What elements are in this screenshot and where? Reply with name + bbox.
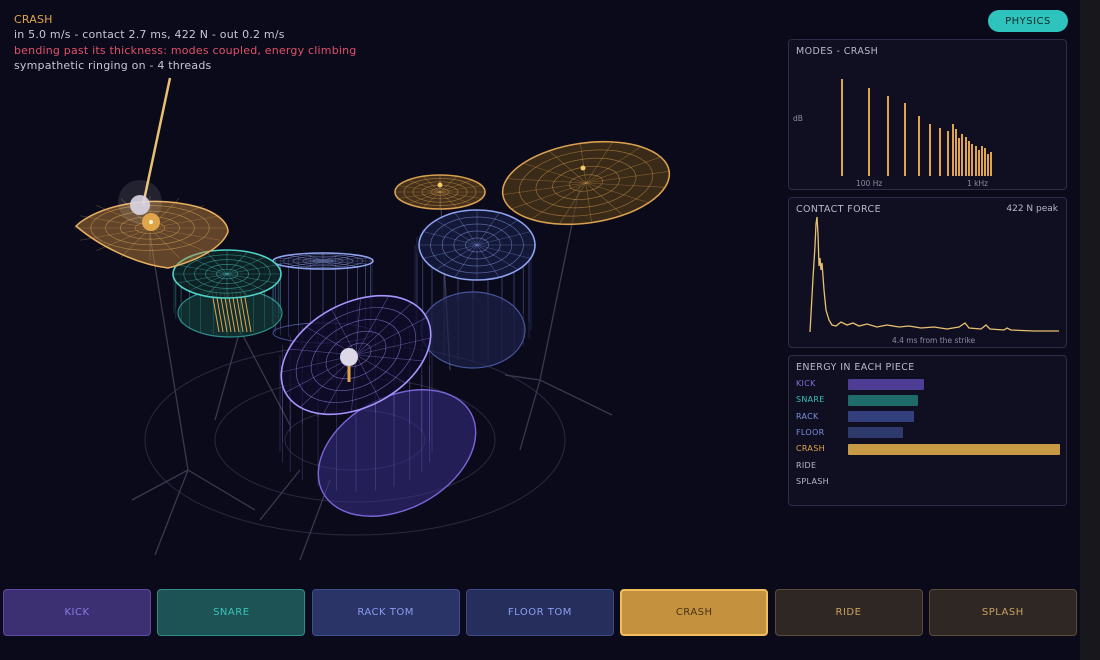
hud-warning: bending past its thickness: modes couple…	[14, 43, 357, 57]
splash-bell	[437, 182, 443, 188]
drum-kit-3d-viewport[interactable]	[0, 0, 780, 580]
contact-title: CONTACT FORCE	[796, 204, 881, 215]
energy-bar-snare	[848, 394, 918, 406]
floor-tom-bottom	[420, 291, 526, 369]
floor-tom-head	[418, 209, 536, 281]
hud-sympathetic: sympathetic ringing on - 4 threads	[14, 58, 212, 72]
strike-readout: CRASH in 5.0 m/s - contact 2.7 ms, 422 N…	[14, 12, 356, 73]
contact-peak: 422 N peak	[1006, 204, 1058, 214]
energy-label-floor: FLOOR	[796, 427, 825, 437]
energy-label-splash: SPLASH	[796, 476, 829, 486]
energy-label-ride: RIDE	[796, 460, 817, 470]
energy-label-rack: RACK	[796, 411, 819, 421]
energy-bar-rack	[848, 411, 914, 423]
force-curve	[809, 216, 1059, 333]
modes-ylabel: dB	[793, 114, 803, 123]
modes-tick-100hz: 100 Hz	[856, 179, 882, 188]
pad-rack-tom[interactable]: RACK TOM	[311, 589, 460, 636]
modes-panel: dB 100 Hz 1 kHz MODES - CRASH	[788, 39, 1067, 190]
modes-tick-1khz: 1 kHz	[967, 179, 988, 188]
energy-title: ENERGY IN EACH PIECE	[796, 362, 915, 373]
pad-snare[interactable]: SNARE	[157, 589, 306, 636]
rack-tom-head	[272, 252, 374, 270]
ride-bell	[580, 165, 586, 171]
window-edge	[1080, 0, 1100, 660]
energy-bar-crash	[848, 443, 1060, 455]
contact-force-panel: 4.4 ms from the strike CONTACT FORCE 422…	[788, 197, 1067, 348]
energy-label-snare: SNARE	[796, 395, 825, 405]
energy-panel: ENERGY IN EACH PIECE KICK SNARE RACK FLOOR C…	[788, 355, 1067, 506]
energy-label-kick: KICK	[796, 379, 816, 388]
pad-ride[interactable]: RIDE	[774, 589, 923, 636]
energy-label-crash: CRASH	[796, 444, 825, 454]
pad-kick[interactable]: KICK	[3, 589, 151, 636]
contact-caption: 4.4 ms from the strike	[892, 336, 976, 345]
energy-bar-floor	[848, 427, 904, 439]
pad-floor-tom[interactable]: FLOOR TOM	[465, 589, 614, 636]
modes-title: MODES - CRASH	[796, 46, 879, 57]
ride-cymbal	[501, 140, 671, 226]
modes-spectrum: dB 100 Hz 1 kHz	[793, 79, 992, 188]
contact-force-plot: 4.4 ms from the strike	[809, 216, 1059, 345]
hud-title: CRASH	[14, 13, 53, 26]
splash-cymbal	[394, 174, 486, 210]
hud-impact-stats: in 5.0 m/s - contact 2.7 ms, 422 N - out…	[14, 28, 285, 42]
physics-button[interactable]: PHYSICS	[988, 10, 1068, 32]
drum-simulator-app: CRASH in 5.0 m/s - contact 2.7 ms, 422 N…	[0, 0, 1080, 660]
pad-splash[interactable]: SPLASH	[928, 589, 1077, 636]
energy-bar-kick	[848, 378, 925, 390]
pad-crash[interactable]: CRASH	[620, 589, 769, 636]
